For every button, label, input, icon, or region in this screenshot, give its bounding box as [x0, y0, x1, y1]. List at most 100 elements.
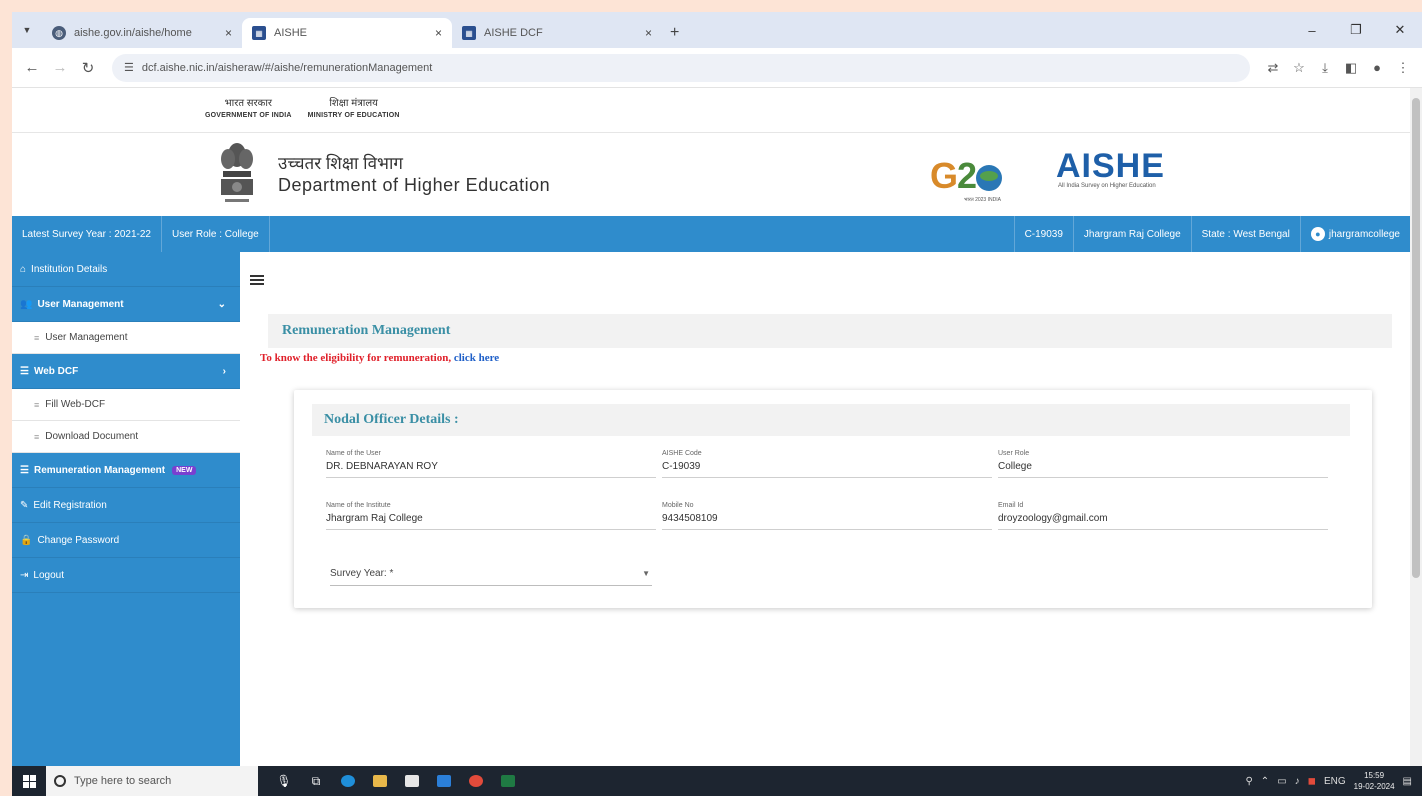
sidebar-item-user-management[interactable]: 👥 User Management ⌄ [12, 287, 240, 322]
profile-icon[interactable]: ● [1364, 55, 1390, 81]
user-info-bar: Latest Survey Year : 2021-22 User Role :… [12, 216, 1410, 252]
sidebar-item-edit-registration[interactable]: ✎ Edit Registration [12, 488, 240, 523]
sidebar-item-logout[interactable]: ⇥ Logout [12, 558, 240, 593]
volume-icon[interactable]: ♪ [1295, 776, 1300, 787]
new-tab-button[interactable]: + [662, 18, 687, 48]
tab-aishe-dcf[interactable]: ▦ AISHE DCF × [452, 18, 662, 48]
field-value: C-19039 [662, 461, 701, 472]
forward-icon[interactable]: → [46, 54, 74, 82]
tab-title: AISHE DCF [484, 27, 543, 39]
close-tab-icon[interactable]: × [225, 26, 232, 40]
sidebar-item-remuneration-management[interactable]: ☰ Remuneration Management NEW [12, 453, 240, 488]
close-tab-icon[interactable]: × [645, 26, 652, 40]
bookmark-star-icon[interactable]: ☆ [1286, 55, 1312, 81]
window-controls: – ❐ ✕ [1290, 12, 1422, 48]
sidebar-item-label: Change Password [37, 534, 120, 546]
tab-aishe-home[interactable]: ◍ aishe.gov.in/aishe/home × [42, 18, 242, 48]
network-icon[interactable]: ▭ [1277, 776, 1286, 787]
list-bullet-icon: ≡ [34, 431, 40, 442]
lock-icon: 🔒 [20, 534, 33, 546]
aishe-code-field: AISHE Code C-19039 [662, 448, 992, 478]
field-label: Name of the Institute [326, 502, 391, 509]
sidebar-item-change-password[interactable]: 🔒 Change Password [12, 523, 240, 558]
chrome-icon[interactable] [464, 769, 488, 793]
sidebar-item-institution-details[interactable]: ⌂ Institution Details [12, 252, 240, 287]
edge-icon[interactable] [336, 769, 360, 793]
sidebar-item-web-dcf[interactable]: ☰ Web DCF › [12, 354, 240, 389]
sidebar-subitem-label: Fill Web-DCF [45, 399, 106, 410]
gov-hi-text: भारत सरकार [224, 98, 273, 109]
sidebar-item-label: Remuneration Management [33, 464, 166, 476]
page-scrollbar[interactable] [1410, 88, 1422, 766]
g20-logo: G2 भारत 2023 INDIA [930, 155, 1014, 203]
language-indicator[interactable]: ENG [1324, 776, 1346, 787]
tab-search-icon[interactable]: ▼ [12, 12, 42, 48]
minimize-button[interactable]: – [1290, 12, 1334, 48]
chevron-right-icon: › [222, 365, 226, 377]
taskbar-search[interactable]: Type here to search [46, 766, 258, 796]
store-icon[interactable] [400, 769, 424, 793]
start-button[interactable] [12, 766, 46, 796]
sidebar-subitem-user-management[interactable]: ≡ User Management [12, 322, 240, 354]
page-title: Remuneration Management [282, 323, 451, 338]
sidebar-item-label: Institution Details [31, 263, 108, 275]
translate-icon[interactable]: ⇄ [1260, 55, 1286, 81]
home-icon: ⌂ [20, 263, 27, 275]
tab-aishe[interactable]: ▦ AISHE × [242, 18, 452, 48]
download-icon[interactable]: ⤓ [1312, 55, 1338, 81]
antivirus-icon[interactable]: ◼ [1308, 776, 1316, 787]
clock-time: 15:59 [1364, 771, 1385, 780]
scrollbar-thumb[interactable] [1412, 98, 1420, 578]
logout-icon: ⇥ [20, 569, 29, 581]
maximize-button[interactable]: ❐ [1334, 12, 1378, 48]
sidebar-subitem-label: User Management [45, 332, 128, 343]
site-info-icon[interactable]: ☰ [124, 61, 134, 74]
dropdown-arrow-icon: ▼ [642, 569, 650, 578]
tray-chevron-icon[interactable]: ⌃ [1261, 776, 1269, 787]
close-tab-icon[interactable]: × [435, 26, 442, 40]
sidebar-subitem-label: Download Document [45, 431, 139, 442]
people-icon[interactable]: ⚲ [1245, 776, 1252, 787]
address-bar[interactable]: ☰ dcf.aishe.nic.in/aisheraw/#/aishe/remu… [112, 53, 1250, 82]
file-explorer-icon[interactable] [368, 769, 392, 793]
eligibility-notice: To know the eligibility for remuneration… [260, 352, 499, 364]
g20-subtext: भारत 2023 INDIA [964, 197, 1001, 203]
task-view-icon[interactable]: ⧉ [304, 769, 328, 793]
eligibility-text: To know the eligibility for remuneration… [260, 352, 452, 364]
sidebar-item-label: Web DCF [33, 365, 79, 377]
field-value: DR. DEBNARAYAN ROY [326, 461, 438, 472]
user-role-label: User Role : College [162, 216, 270, 252]
globe-icon: ◍ [52, 26, 66, 40]
sidebar-subitem-download-document[interactable]: ≡ Download Document [12, 421, 240, 453]
user-account-menu[interactable]: ● jhargramcollege [1301, 216, 1410, 252]
clock[interactable]: 15:59 19-02-2024 [1354, 770, 1395, 792]
gov-of-india: भारत सरकार GOVERNMENT OF INDIA [205, 98, 292, 122]
g20-wordmark: G2 [930, 155, 1003, 196]
sidebar: ⌂ Institution Details 👥 User Management … [12, 252, 240, 766]
aishe-logo[interactable]: AISHE All India Survey on Higher Educati… [1056, 149, 1165, 189]
eligibility-link[interactable]: click here [454, 352, 499, 364]
main-content: Remuneration Management To know the elig… [240, 252, 1410, 766]
excel-icon[interactable] [496, 769, 520, 793]
government-strip: भारत सरकार GOVERNMENT OF INDIA शिक्षा मं… [12, 88, 1410, 132]
field-label: AISHE Code [662, 450, 702, 457]
browser-window: ▼ ◍ aishe.gov.in/aishe/home × ▦ AISHE × … [12, 12, 1422, 796]
reload-icon[interactable]: ↻ [74, 54, 102, 82]
close-window-button[interactable]: ✕ [1378, 12, 1422, 48]
menu-kebab-icon[interactable]: ⋮ [1390, 55, 1416, 81]
notification-icon[interactable]: ▤ [1403, 776, 1412, 787]
clock-date: 19-02-2024 [1353, 782, 1395, 791]
back-icon[interactable]: ← [18, 54, 46, 82]
card-heading: Nodal Officer Details : [312, 404, 1350, 436]
tab-title: AISHE [274, 27, 308, 39]
sidepanel-icon[interactable]: ◧ [1338, 55, 1364, 81]
mail-icon[interactable] [432, 769, 456, 793]
web-page: भारत सरकार GOVERNMENT OF INDIA शिक्षा मं… [12, 88, 1410, 766]
microphone-icon[interactable]: 🎙 [272, 769, 296, 793]
survey-year-select[interactable]: Survey Year: * ▼ [330, 562, 652, 586]
sidebar-toggle-icon[interactable] [250, 275, 264, 289]
sidebar-subitem-fill-web-dcf[interactable]: ≡ Fill Web-DCF [12, 389, 240, 421]
user-role-field: User Role College [998, 448, 1328, 478]
url-text[interactable]: dcf.aishe.nic.in/aisheraw/#/aishe/remune… [142, 62, 1238, 74]
aishe-favicon-icon: ▦ [462, 26, 476, 40]
